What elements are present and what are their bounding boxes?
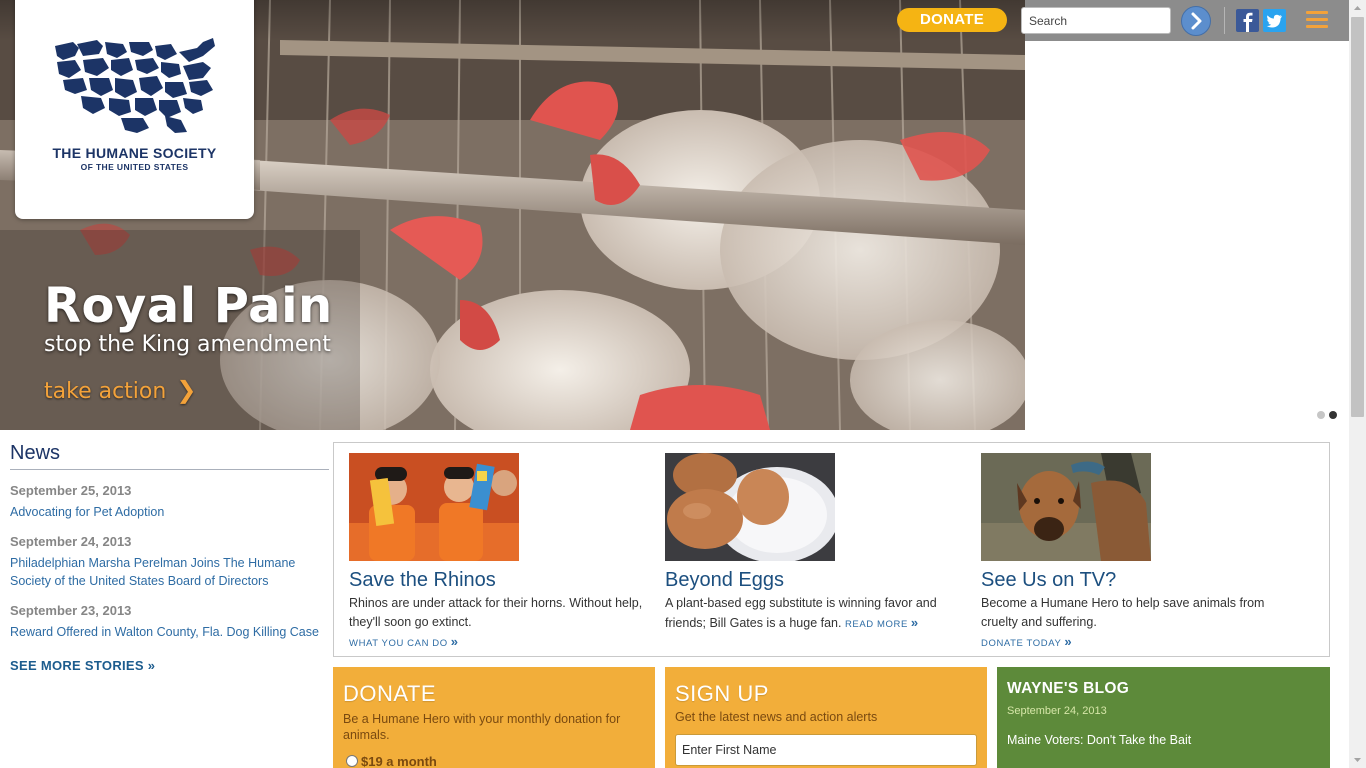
search-submit-button[interactable]: [1181, 6, 1211, 36]
blog-panel: WAYNE'S BLOG September 24, 2013 Maine Vo…: [997, 667, 1330, 768]
hero-subtitle: stop the King amendment: [44, 332, 331, 357]
news-date: September 24, 2013: [10, 534, 132, 549]
slide-dot-1[interactable]: [1317, 411, 1325, 419]
feature-card: Save the Rhinos Rhinos are under attack …: [349, 453, 649, 649]
feature-description: A plant-based egg substitute is winning …: [665, 594, 965, 634]
scrollbar[interactable]: [1349, 0, 1366, 768]
menu-bar: [1306, 18, 1328, 21]
feature-title[interactable]: Beyond Eggs: [665, 567, 965, 593]
donation-option[interactable]: $19 a month: [346, 754, 437, 768]
arrow-right-icon: [1191, 12, 1202, 30]
twitter-bird-icon: [1266, 14, 1282, 28]
slide-dot-2-active[interactable]: [1329, 411, 1337, 419]
facebook-icon[interactable]: [1236, 9, 1259, 33]
take-action-label: take action: [44, 379, 167, 404]
news-link[interactable]: Reward Offered in Walton County, Fla. Do…: [10, 623, 329, 641]
logo-title: THE HUMANE SOCIETY: [52, 145, 217, 161]
donate-today-link[interactable]: DONATE TODAY»: [981, 634, 1281, 649]
what-you-can-do-link[interactable]: WHAT YOU CAN DO»: [349, 634, 649, 649]
donation-option-label: $19 a month: [361, 754, 437, 768]
see-more-stories-link[interactable]: SEE MORE STORIES »: [10, 658, 329, 673]
news-section: News September 25, 2013 Advocating for P…: [10, 442, 329, 673]
page: Royal Pain stop the King amendment take …: [0, 0, 1366, 768]
read-more-link[interactable]: READ MORE»: [844, 615, 919, 630]
news-item: September 24, 2013 Philadelphian Marsha …: [10, 533, 329, 590]
donate-button[interactable]: DONATE: [897, 8, 1007, 32]
eggs-photo[interactable]: [665, 453, 835, 561]
menu-icon[interactable]: [1306, 11, 1328, 30]
chevron-right-icon: ❯: [176, 376, 197, 404]
logo[interactable]: THE HUMANE SOCIETY OF THE UNITED STATES: [15, 0, 254, 219]
double-chevron-icon: »: [450, 634, 459, 649]
news-date: September 23, 2013: [10, 603, 132, 618]
features-box: Save the Rhinos Rhinos are under attack …: [333, 442, 1330, 657]
blog-post-link[interactable]: Maine Voters: Don't Take the Bait: [1007, 733, 1191, 747]
dog-photo[interactable]: [981, 453, 1151, 561]
blog-date: September 24, 2013: [1007, 705, 1107, 717]
feature-title[interactable]: Save the Rhinos: [349, 567, 649, 593]
facebook-glyph-icon: [1243, 12, 1253, 33]
toolbar-divider: [1224, 7, 1225, 34]
link-label: WHAT YOU CAN DO: [349, 638, 448, 649]
news-link[interactable]: Advocating for Pet Adoption: [10, 503, 329, 521]
scroll-down-arrow-icon[interactable]: [1349, 751, 1366, 768]
donate-panel-description: Be a Humane Hero with your monthly donat…: [343, 712, 621, 742]
hero-title: Royal Pain: [44, 278, 333, 334]
signup-panel-title: SIGN UP: [675, 681, 769, 706]
double-chevron-icon: »: [910, 615, 919, 630]
feature-description: Rhinos are under attack for their horns.…: [349, 596, 643, 629]
feature-title[interactable]: See Us on TV?: [981, 567, 1281, 593]
search-input[interactable]: [1021, 7, 1171, 34]
twitter-icon[interactable]: [1263, 9, 1286, 32]
children-with-books-photo[interactable]: [349, 453, 519, 561]
take-action-link[interactable]: take action ❯: [44, 376, 196, 404]
donate-panel-title: DONATE: [343, 681, 437, 706]
news-date: September 25, 2013: [10, 483, 132, 498]
double-chevron-icon: »: [1064, 634, 1073, 649]
feature-card: Beyond Eggs A plant-based egg substitute…: [665, 453, 965, 634]
signup-panel-description: Get the latest news and action alerts: [675, 710, 878, 724]
menu-bar: [1306, 11, 1328, 14]
menu-bar: [1306, 25, 1328, 28]
news-item: September 23, 2013 Reward Offered in Wal…: [10, 602, 329, 641]
logo-subtitle: OF THE UNITED STATES: [80, 162, 189, 172]
blog-title[interactable]: WAYNE'S BLOG: [1007, 680, 1129, 698]
link-label: READ MORE: [844, 619, 908, 630]
donate-panel: DONATE Be a Humane Hero with your monthl…: [333, 667, 655, 768]
first-name-input[interactable]: [675, 734, 977, 766]
news-link[interactable]: Philadelphian Marsha Perelman Joins The …: [10, 554, 329, 590]
news-item: September 25, 2013 Advocating for Pet Ad…: [10, 482, 329, 521]
scrollbar-thumb[interactable]: [1351, 17, 1364, 417]
usa-animal-map-logo-icon: [55, 38, 215, 133]
feature-card: See Us on TV? Become a Humane Hero to he…: [981, 453, 1281, 649]
signup-panel: SIGN UP Get the latest news and action a…: [665, 667, 987, 768]
radio-button[interactable]: [346, 755, 358, 767]
link-label: DONATE TODAY: [981, 638, 1062, 649]
scroll-up-arrow-icon[interactable]: [1349, 0, 1366, 17]
feature-description: Become a Humane Hero to help save animal…: [981, 596, 1265, 629]
news-heading: News: [10, 442, 329, 470]
